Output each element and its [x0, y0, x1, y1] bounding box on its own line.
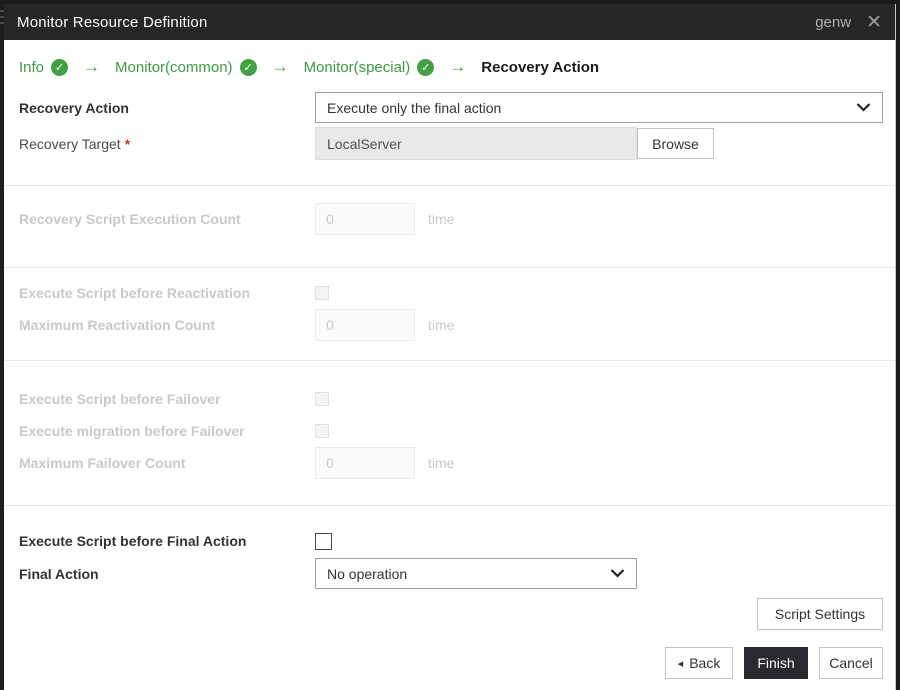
execute-migration-before-failover-label: Execute migration before Failover — [19, 423, 245, 439]
step-monitor-special[interactable]: Monitor(special) ✓ — [303, 58, 435, 76]
step-monitor-common-label: Monitor(common) — [115, 58, 233, 76]
required-asterisk: * — [124, 135, 131, 152]
execute-script-before-final-action-label: Execute Script before Final Action — [19, 533, 247, 549]
step-info-label: Info — [19, 58, 45, 76]
execute-script-before-failover-checkbox — [315, 392, 329, 406]
maximum-failover-count-unit: time — [428, 455, 455, 471]
recovery-script-execution-count-label: Recovery Script Execution Count — [19, 211, 241, 227]
execute-script-before-final-action-checkbox[interactable] — [315, 532, 332, 550]
step-recovery-action-label: Recovery Action — [481, 58, 600, 76]
recovery-target-field: LocalServer — [315, 127, 637, 160]
step-monitor-common[interactable]: Monitor(common) ✓ — [115, 58, 257, 76]
step-recovery-action: Recovery Action — [481, 59, 599, 76]
script-settings-button[interactable]: Script Settings — [757, 598, 883, 630]
section-divider — [4, 267, 895, 268]
check-circle-icon: ✓ — [417, 58, 435, 76]
finish-button[interactable]: Finish — [744, 647, 808, 679]
recovery-action-select[interactable]: Execute only the final action — [315, 92, 883, 123]
arrow-right-icon: → — [449, 57, 467, 76]
execute-migration-before-failover-checkbox — [315, 424, 329, 438]
back-button[interactable]: ◂ Back — [665, 647, 733, 679]
recovery-target-label: Recovery Target * — [19, 135, 131, 152]
step-info[interactable]: Info ✓ — [19, 58, 69, 76]
dialog-title: Monitor Resource Definition — [17, 13, 208, 31]
browse-button[interactable]: Browse — [637, 128, 714, 159]
final-action-value: No operation — [327, 565, 408, 582]
arrow-right-icon: → — [83, 57, 101, 76]
maximum-failover-count-input — [315, 447, 415, 479]
maximum-reactivation-count-unit: time — [428, 317, 455, 333]
cancel-button[interactable]: Cancel — [819, 647, 883, 679]
chevron-down-icon — [856, 103, 871, 112]
section-divider — [4, 505, 895, 506]
recovery-action-label: Recovery Action — [19, 99, 129, 116]
maximum-failover-count-label: Maximum Failover Count — [19, 455, 186, 471]
execute-script-before-failover-label: Execute Script before Failover — [19, 391, 221, 407]
recovery-action-value: Execute only the final action — [327, 99, 502, 116]
recovery-script-execution-count-unit: time — [428, 211, 455, 227]
check-circle-icon: ✓ — [51, 58, 69, 76]
chevron-down-icon — [610, 569, 625, 578]
execute-script-before-reactivation-label: Execute Script before Reactivation — [19, 285, 251, 301]
dialog-body: Info ✓ → Monitor(common) ✓ → Monitor(spe… — [4, 40, 895, 690]
check-circle-icon: ✓ — [239, 58, 257, 76]
maximum-reactivation-count-input — [315, 309, 415, 341]
section-divider — [4, 360, 895, 361]
close-icon[interactable]: ✕ — [866, 13, 882, 32]
recovery-script-execution-count-input — [315, 203, 415, 235]
maximum-reactivation-count-label: Maximum Reactivation Count — [19, 317, 216, 333]
dialog-titlebar: Monitor Resource Definition genw ✕ — [4, 4, 895, 40]
execute-script-before-reactivation-checkbox — [315, 286, 329, 300]
wizard-breadcrumb: Info ✓ → Monitor(common) ✓ → Monitor(spe… — [19, 54, 599, 80]
final-action-select[interactable]: No operation — [315, 558, 637, 589]
recovery-target-value: LocalServer — [327, 135, 402, 152]
step-monitor-special-label: Monitor(special) — [303, 58, 411, 76]
arrow-left-icon: ◂ — [677, 657, 684, 670]
final-action-label: Final Action — [19, 565, 99, 582]
arrow-right-icon: → — [271, 57, 289, 76]
app-backdrop: Monitor Resource Definition genw ✕ Info … — [0, 0, 900, 690]
monitor-resource-definition-dialog: Monitor Resource Definition genw ✕ Info … — [4, 4, 896, 690]
section-divider — [4, 185, 895, 186]
resource-name-label: genw — [815, 13, 852, 31]
